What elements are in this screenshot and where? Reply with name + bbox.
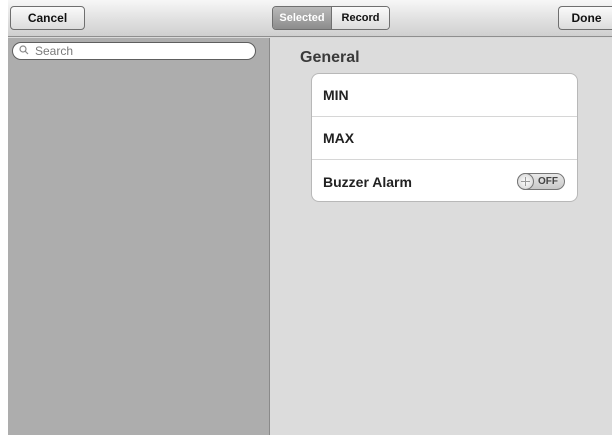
search-bar[interactable] [12,42,256,60]
toggle-state-label: OFF [538,176,558,187]
row-label: MIN [323,87,349,103]
settings-group: MIN MAX Buzzer Alarm OFF [311,73,578,202]
segment-record[interactable]: Record [332,7,389,29]
sidebar-pane [8,38,270,435]
row-label: Buzzer Alarm [323,173,412,190]
detail-pane: General MIN MAX Buzzer Alarm OFF [270,38,612,435]
settings-row-max[interactable]: MAX [312,117,577,160]
top-toolbar: Cancel Selected Record Done [8,0,612,37]
section-title: General [300,49,360,66]
buzzer-alarm-toggle[interactable]: OFF [517,173,565,190]
segmented-control: Selected Record [272,6,390,30]
segment-selected[interactable]: Selected [273,7,332,29]
done-button[interactable]: Done [558,6,612,30]
settings-row-buzzer-alarm: Buzzer Alarm OFF [312,160,577,201]
toggle-knob-icon [517,173,534,190]
row-label: MAX [323,130,355,146]
search-icon [19,42,33,60]
app-screen: Cancel Selected Record Done General MIN [8,0,612,435]
settings-row-min[interactable]: MIN [312,74,577,117]
cancel-button[interactable]: Cancel [10,6,85,30]
search-input[interactable] [33,44,235,58]
